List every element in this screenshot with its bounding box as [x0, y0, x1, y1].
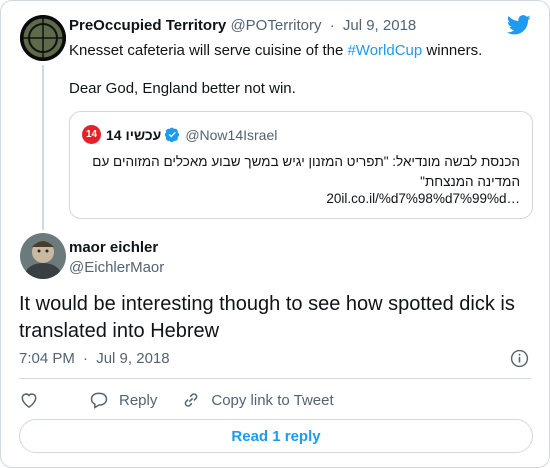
verified-badge-icon [165, 127, 180, 142]
quoted-author-handle: @Now14Israel [185, 126, 278, 143]
parent-tweet-header: PreOccupied Territory @POTerritory · Jul… [69, 17, 416, 34]
quoted-tweet-text: הכנסת לבשה מונדיאל: "תפריט המזנון יגיש ב… [92, 154, 520, 189]
hashtag-link[interactable]: #WorldCup [347, 42, 422, 59]
read-replies-button[interactable]: Read 1 reply [19, 419, 533, 453]
quoted-avatar-badge: 14 [82, 125, 101, 144]
parent-date[interactable]: Jul 9, 2018 [343, 17, 416, 34]
quoted-tweet-url[interactable]: 20il.co.il/%d7%98%d7%99%d… [326, 191, 520, 206]
heart-icon [21, 393, 37, 408]
reply-button[interactable]: Reply [89, 390, 157, 410]
twitter-bird-icon[interactable] [507, 15, 531, 35]
tweet-date[interactable]: Jul 9, 2018 [96, 350, 169, 367]
parent-separator: · [329, 17, 335, 34]
tweet-time[interactable]: 7:04 PM [19, 350, 75, 367]
quoted-tweet-header: 14 עכשיו 14 @Now14Israel [82, 125, 277, 144]
tweet-timestamp[interactable]: 7:04 PM · Jul 9, 2018 [19, 350, 170, 367]
parent-text-before: Knesset cafeteria will serve cuisine of … [69, 42, 348, 59]
action-divider [19, 378, 531, 379]
avatar-preoccupied-territory[interactable] [20, 15, 66, 61]
info-icon[interactable] [510, 349, 529, 368]
tweet-actions: Reply Copy link to Tweet [19, 389, 358, 411]
avatar-maor-eichler[interactable] [20, 233, 66, 279]
copy-link-button[interactable]: Copy link to Tweet [181, 390, 334, 410]
parent-text-after: winners. [422, 42, 483, 59]
link-icon [185, 393, 198, 407]
thread-connector-line [42, 65, 44, 230]
time-separator: · [83, 350, 89, 367]
parent-author-handle[interactable]: @POTerritory [230, 17, 321, 34]
parent-tweet-text: Knesset cafeteria will serve cuisine of … [69, 41, 482, 61]
main-author-handle[interactable]: @EichlerMaor [69, 259, 164, 276]
quoted-author-name: עכשיו 14 [106, 126, 162, 143]
reply-bubble-icon [90, 392, 108, 409]
main-author-name[interactable]: maor eichler [69, 239, 158, 256]
quoted-tweet-card[interactable]: 14 עכשיו 14 @Now14Israel הכנסת לבשה מונד… [69, 111, 533, 219]
reply-label: Reply [119, 391, 158, 409]
tweet-embed-card: PreOccupied Territory @POTerritory · Jul… [0, 0, 550, 468]
parent-author-name[interactable]: PreOccupied Territory [69, 17, 226, 34]
parent-tweet-text-line2: Dear God, England better not win. [69, 80, 296, 97]
copy-link-label: Copy link to Tweet [211, 391, 334, 409]
like-button[interactable] [19, 390, 39, 410]
main-tweet-text: It would be interesting though to see ho… [19, 293, 515, 342]
